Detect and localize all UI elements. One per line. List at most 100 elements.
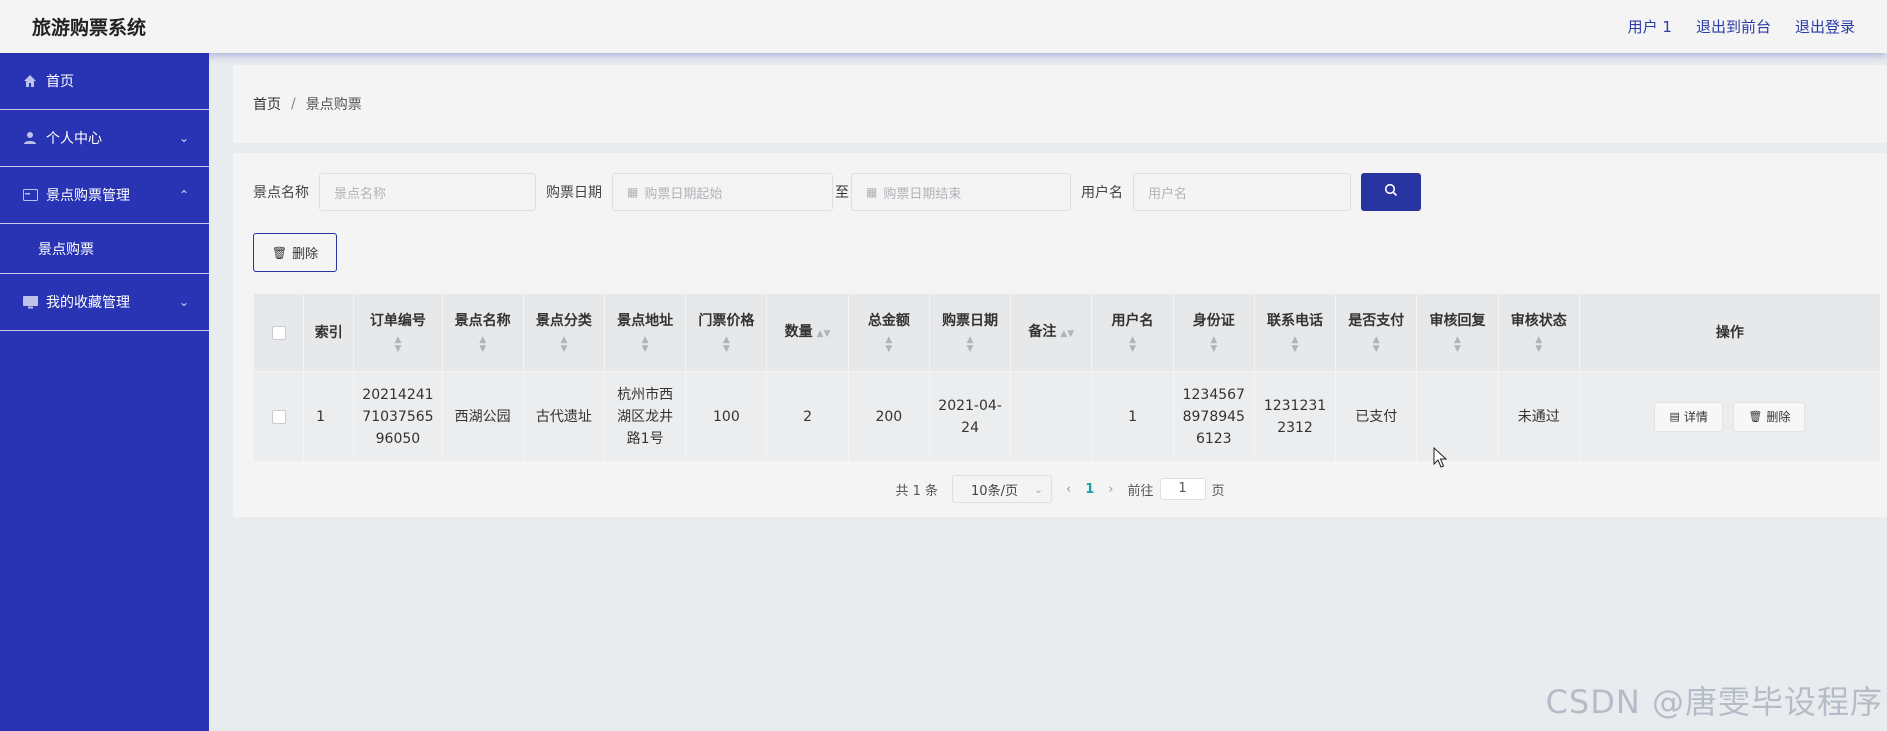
goto-label: 前往 — [1127, 483, 1154, 499]
table-header-row: 索引 订单编号 ▲ ▼ 景点名称 ▲ ▼ 景点分类 ▲ ▼ 景点地址 ▲ ▼ 门票价格 ▲ ▼ 数量… — [252, 293, 1882, 372]
document-icon: ▤ — [1669, 409, 1680, 423]
sort-icon[interactable]: ▲▼ — [605, 335, 685, 354]
sidebar: 首页 个人中心 ⌄ 景点购票管理 ⌃ 景点购票 我的收藏管理 ⌄ — [0, 53, 209, 731]
goto-page: 前往 1 页 — [1127, 478, 1225, 500]
sort-icon[interactable]: ▲▼ — [1174, 335, 1254, 354]
username-label: 用户名 — [1081, 185, 1123, 201]
detail-label: 详情 — [1683, 409, 1708, 424]
col-header-id-card[interactable]: 身份证 ▲ ▼ — [1172, 293, 1255, 372]
col-header-remark[interactable]: 备注 ▲▼ — [1010, 293, 1093, 372]
sort-icon[interactable]: ▲▼ — [817, 329, 831, 339]
spot-name-input[interactable]: 景点名称 — [319, 173, 536, 211]
cell-spot-name: 西湖公园 — [441, 371, 524, 462]
select-all-checkbox[interactable] — [271, 325, 286, 340]
breadcrumb-separator: / — [291, 96, 296, 112]
chevron-down-icon: ⌄ — [178, 295, 189, 309]
row-checkbox[interactable] — [271, 409, 286, 424]
cell-quantity: 2 — [766, 371, 849, 462]
logout-link[interactable]: 退出登录 — [1795, 16, 1855, 37]
sidebar-item-home[interactable]: 首页 — [0, 53, 209, 110]
col-header-quantity[interactable]: 数量 ▲▼ — [766, 293, 849, 372]
username-input[interactable]: 用户名 — [1133, 173, 1351, 211]
col-header-total[interactable]: 总金额 ▲ ▼ — [847, 293, 930, 372]
cell-username: 1 — [1091, 371, 1174, 462]
date-end-placeholder: 购票日期结束 — [883, 186, 962, 202]
trash-icon: 🗑 — [271, 245, 288, 260]
date-start-placeholder: 购票日期起始 — [644, 186, 723, 202]
cell-status: 未通过 — [1497, 371, 1580, 462]
col-header-index: 索引 — [303, 293, 355, 372]
sort-icon[interactable]: ▲▼ — [1336, 335, 1416, 354]
col-header-date[interactable]: 购票日期 ▲ ▼ — [928, 293, 1012, 372]
user-icon — [22, 130, 38, 146]
cell-reply — [1416, 371, 1499, 462]
col-header-order-no[interactable]: 订单编号 ▲ ▼ — [353, 293, 443, 372]
col-header-category[interactable]: 景点分类 ▲ ▼ — [522, 293, 606, 372]
home-icon — [22, 73, 38, 89]
sort-icon[interactable]: ▲▼ — [849, 335, 929, 354]
cell-date: 2021-04-24 — [928, 371, 1012, 462]
chevron-down-icon: ⌄ — [1033, 482, 1044, 496]
mouse-cursor-icon — [1433, 447, 1448, 468]
date-end-input[interactable]: ▦ 购票日期结束 — [851, 173, 1071, 211]
breadcrumb-home[interactable]: 首页 — [253, 94, 281, 114]
sort-icon[interactable]: ▲▼ — [1417, 335, 1497, 354]
main-content: 景点名称 景点名称 购票日期 ▦ 购票日期起始 至 ▦ 购票日期结束 用户名 用… — [233, 153, 1887, 517]
sidebar-item-favorites-management[interactable]: 我的收藏管理 ⌄ — [0, 274, 209, 331]
sidebar-item-label: 景点购票 — [38, 241, 94, 258]
table-row: 1 2021424171037565 96050 西湖公园 古代遗址 杭州市西湖… — [252, 371, 1882, 462]
sort-icon[interactable]: ▲▼ — [930, 335, 1010, 354]
cell-order-no: 2021424171037565 96050 — [353, 371, 443, 462]
current-user-link[interactable]: 用户 1 — [1628, 16, 1672, 37]
spot-name-label: 景点名称 — [253, 185, 309, 201]
back-to-front-link[interactable]: 退出到前台 — [1696, 16, 1771, 37]
cell-total: 200 — [847, 371, 930, 462]
date-start-input[interactable]: ▦ 购票日期起始 — [612, 173, 833, 211]
chevron-up-icon: ⌃ — [178, 188, 189, 202]
sort-icon[interactable]: ▲▼ — [443, 335, 523, 354]
page-size-select[interactable]: 10条/页 ⌄ — [952, 475, 1053, 503]
row-select-cell[interactable] — [252, 371, 305, 462]
col-header-paid[interactable]: 是否支付 ▲ ▼ — [1335, 293, 1418, 372]
pagination: 共 1 条 10条/页 ⌄ ‹ 1 › 前往 1 页 — [233, 475, 1887, 503]
sidebar-subitem-spot-tickets[interactable]: 景点购票 — [0, 224, 209, 274]
sort-icon[interactable]: ▲▼ — [1255, 335, 1335, 354]
sidebar-item-personal-center[interactable]: 个人中心 ⌄ — [0, 110, 209, 167]
cell-paid: 已支付 — [1335, 371, 1418, 462]
prev-page-icon[interactable]: ‹ — [1066, 482, 1071, 497]
sort-icon[interactable]: ▲▼ — [1060, 329, 1074, 339]
current-page[interactable]: 1 — [1085, 482, 1094, 497]
col-header-phone[interactable]: 联系电话 ▲ ▼ — [1253, 293, 1337, 372]
bulk-delete-label: 删除 — [292, 247, 319, 262]
col-header-status[interactable]: 审核状态 ▲ ▼ — [1497, 293, 1580, 372]
col-header-address[interactable]: 景点地址 ▲ ▼ — [604, 293, 687, 372]
date-range-to: 至 — [835, 185, 849, 201]
col-header-username[interactable]: 用户名 ▲ ▼ — [1091, 293, 1174, 372]
total-count: 共 1 条 — [895, 483, 939, 499]
cell-index: 1 — [303, 371, 355, 462]
sort-icon[interactable]: ▲▼ — [1092, 335, 1172, 354]
next-page-icon[interactable]: › — [1108, 482, 1113, 497]
goto-page-input[interactable]: 1 — [1159, 478, 1206, 500]
col-header-price[interactable]: 门票价格 ▲ ▼ — [685, 293, 768, 372]
sort-icon[interactable]: ▲▼ — [686, 335, 766, 354]
header-actions: 用户 1 退出到前台 退出登录 — [1628, 16, 1855, 37]
row-delete-button[interactable]: 🗑 删除 — [1733, 401, 1806, 432]
top-header: 旅游购票系统 用户 1 退出到前台 退出登录 — [0, 0, 1887, 53]
bulk-delete-button[interactable]: 🗑 删除 — [253, 233, 337, 272]
detail-button[interactable]: ▤ 详情 — [1654, 401, 1723, 432]
cell-remark — [1010, 371, 1093, 462]
sort-icon[interactable]: ▲▼ — [1499, 335, 1579, 354]
monitor-icon — [22, 294, 38, 310]
calendar-icon: ▦ — [866, 185, 878, 199]
col-header-reply[interactable]: 审核回复 ▲ ▼ — [1416, 293, 1499, 372]
search-icon — [1384, 183, 1398, 201]
sort-icon[interactable]: ▲▼ — [354, 335, 441, 354]
select-all-cell[interactable] — [252, 293, 305, 372]
sidebar-item-ticket-management[interactable]: 景点购票管理 ⌃ — [0, 167, 209, 224]
chevron-down-icon: ⌄ — [178, 131, 189, 145]
sort-icon[interactable]: ▲▼ — [524, 335, 604, 354]
col-header-spot-name[interactable]: 景点名称 ▲ ▼ — [441, 293, 524, 372]
search-button[interactable] — [1361, 173, 1421, 211]
cell-price: 100 — [685, 371, 768, 462]
